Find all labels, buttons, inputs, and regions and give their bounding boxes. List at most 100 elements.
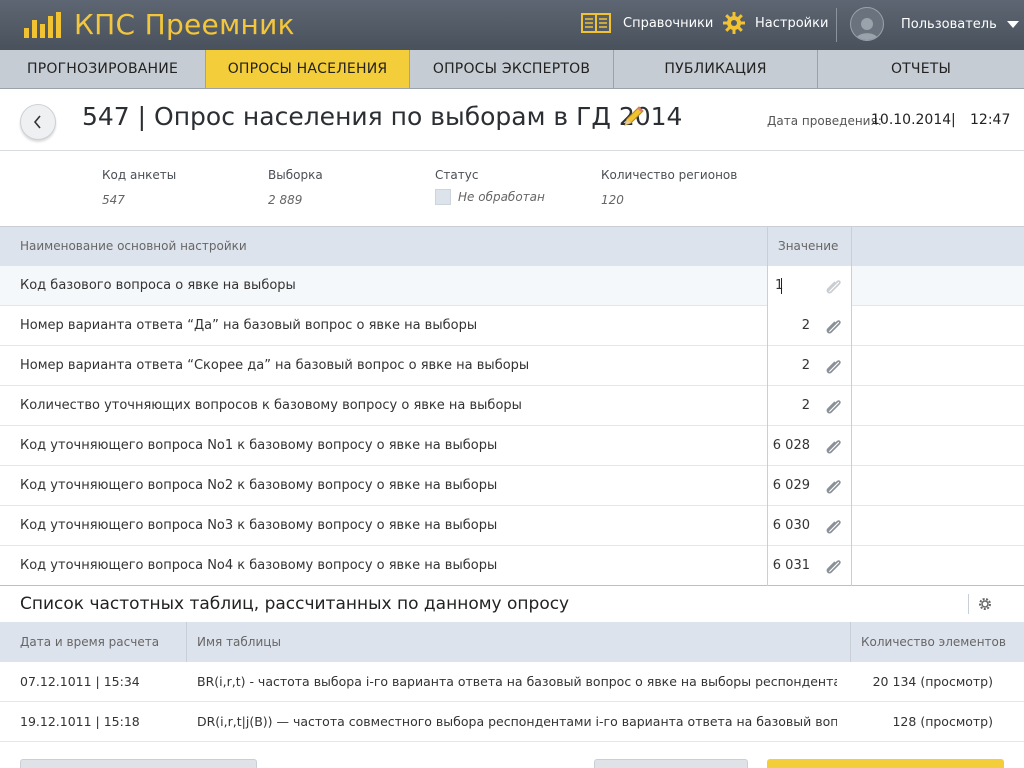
bottom-button-middle[interactable]	[594, 759, 748, 768]
date-time-separator: |	[951, 112, 956, 128]
section-title: Список частотных таблиц, рассчитанных по…	[20, 594, 570, 614]
tab-reports[interactable]: ОТЧЕТЫ	[818, 50, 1024, 88]
column-divider	[767, 226, 768, 586]
tab-forecasting[interactable]: ПРОГНОЗИРОВАНИЕ	[0, 50, 206, 88]
setting-name: Номер варианта ответа “Скорее да” на баз…	[20, 358, 530, 373]
column-header-value: Значение	[778, 239, 839, 253]
user-icon	[856, 18, 878, 40]
status-text: Не обработан	[458, 190, 545, 204]
setting-value: 6 031	[772, 558, 810, 573]
table-row[interactable]: Номер варианта ответа “Скорее да” на баз…	[0, 346, 1024, 386]
meta-code: Код анкеты 547	[102, 168, 176, 207]
paperclip-icon[interactable]	[822, 476, 842, 500]
setting-name: Количество уточняющих вопросов к базовом…	[20, 398, 522, 413]
bottom-button-left[interactable]	[20, 759, 257, 768]
divider	[968, 594, 969, 614]
paperclip-icon[interactable]	[822, 556, 842, 580]
survey-date: 10.10.2014	[871, 112, 952, 128]
settings-label: Настройки	[755, 15, 829, 31]
setting-value: 2	[801, 358, 810, 373]
meta-status: Статус Не обработан	[435, 168, 545, 205]
header-divider	[836, 8, 837, 42]
column-divider	[850, 622, 851, 662]
status-indicator	[435, 189, 451, 205]
directories-menu[interactable]: Справочники	[581, 12, 713, 34]
paperclip-icon[interactable]	[822, 276, 842, 300]
paperclip-icon[interactable]	[822, 436, 842, 460]
directories-label: Справочники	[623, 15, 714, 31]
divider	[0, 150, 1024, 151]
meta-sample: Выборка 2 889	[268, 168, 323, 207]
main-nav: ПРОГНОЗИРОВАНИЕ ОПРОСЫ НАСЕЛЕНИЯ ОПРОСЫ …	[0, 50, 1024, 89]
paperclip-icon[interactable]	[822, 356, 842, 380]
paperclip-icon[interactable]	[822, 396, 842, 420]
setting-name: Код уточняющего вопроса No4 к базовому в…	[20, 558, 498, 573]
table-row[interactable]: Номер варианта ответа “Да” на базовый во…	[0, 306, 1024, 346]
table-settings-button[interactable]	[977, 596, 993, 616]
column-header-table-name: Имя таблицы	[197, 635, 281, 649]
meta-sample-value: 2 889	[268, 193, 303, 207]
meta-regions-label: Количество регионов	[601, 168, 738, 182]
table-row[interactable]: 07.12.1011 | 15:34 BR(i,r,t) - частота в…	[0, 662, 1024, 702]
setting-value: 6 029	[772, 478, 810, 493]
back-button[interactable]	[20, 104, 56, 140]
setting-value: 6 028	[772, 438, 810, 453]
chevron-down-icon	[1006, 20, 1019, 28]
column-divider	[186, 622, 187, 662]
meta-code-label: Код анкеты	[102, 168, 177, 182]
table-row[interactable]: Количество уточняющих вопросов к базовом…	[0, 386, 1024, 426]
bar-chart-logo-icon	[24, 11, 64, 38]
bottom-button-primary[interactable]	[767, 759, 1004, 768]
table-row[interactable]: 19.12.1011 | 15:18 DR(i,r,t|j(B)) — част…	[0, 702, 1024, 742]
date-label: Дата проведения:	[767, 114, 882, 128]
setting-name: Код базового вопроса о явке на выборы	[20, 278, 296, 293]
paperclip-icon[interactable]	[822, 316, 842, 340]
setting-value: 2	[801, 398, 810, 413]
user-menu[interactable]: Пользователь	[850, 7, 1019, 41]
meta-regions: Количество регионов 120	[601, 168, 737, 207]
paperclip-icon[interactable]	[822, 516, 842, 540]
survey-time: 12:47	[970, 112, 1011, 128]
meta-sample-label: Выборка	[268, 168, 323, 182]
column-header-count: Количество элементов	[861, 635, 1006, 649]
table-row[interactable]: Код уточняющего вопроса No2 к базовому в…	[0, 466, 1024, 506]
tab-publication[interactable]: ПУБЛИКАЦИЯ	[614, 50, 818, 88]
page-title: 547 | Опрос населения по выборам в ГД 20…	[82, 102, 683, 131]
calc-datetime: 07.12.1011 | 15:34	[20, 674, 140, 689]
app-logo[interactable]: КПС Преемник	[24, 8, 295, 41]
column-divider	[851, 226, 852, 586]
tab-expert-surveys[interactable]: ОПРОСЫ ЭКСПЕРТОВ	[410, 50, 614, 88]
freq-table-header: Дата и время расчета Имя таблицы Количес…	[0, 622, 1024, 662]
user-label: Пользователь	[901, 16, 997, 32]
element-count-link[interactable]: 20 134 (просмотр)	[873, 674, 993, 689]
meta-status-label: Статус	[435, 168, 479, 182]
column-header-date: Дата и время расчета	[20, 635, 160, 649]
settings-table-header: Наименование основной настройки Значение	[0, 226, 1024, 266]
settings-menu[interactable]: Настройки	[723, 12, 828, 34]
gear-icon	[979, 598, 991, 610]
avatar	[850, 7, 884, 41]
text-cursor	[781, 278, 782, 294]
meta-regions-value: 120	[601, 193, 624, 207]
setting-value: 6 030	[772, 518, 810, 533]
table-row[interactable]: Код уточняющего вопроса No3 к базовому в…	[0, 506, 1024, 546]
table-row[interactable]: Код уточняющего вопроса No1 к базовому в…	[0, 426, 1024, 466]
table-name: DR(i,r,t|j(B)) — частота совместного выб…	[197, 714, 837, 729]
gear-icon	[723, 12, 745, 34]
table-row[interactable]: Код уточняющего вопроса No4 к базовому в…	[0, 546, 1024, 586]
pencil-icon	[624, 106, 644, 126]
top-bar: КПС Преемник Справочники Настройки Польз…	[0, 0, 1024, 50]
table-row[interactable]: Код базового вопроса о явке на выборы 1	[0, 266, 1024, 306]
tab-population-surveys[interactable]: ОПРОСЫ НАСЕЛЕНИЯ	[206, 50, 410, 88]
calc-datetime: 19.12.1011 | 15:18	[20, 714, 140, 729]
meta-code-value: 547	[102, 193, 125, 207]
setting-value-input[interactable]: 1	[775, 278, 783, 293]
column-header-setting-name: Наименование основной настройки	[20, 239, 247, 253]
table-name: BR(i,r,t) - частота выбора i-го варианта…	[197, 674, 837, 689]
setting-name: Код уточняющего вопроса No3 к базовому в…	[20, 518, 498, 533]
meta-status-value: Не обработан	[435, 189, 545, 205]
element-count-link[interactable]: 128 (просмотр)	[892, 714, 993, 729]
setting-value: 2	[801, 318, 810, 333]
chevron-left-icon	[33, 115, 41, 129]
edit-title-button[interactable]	[620, 104, 646, 134]
